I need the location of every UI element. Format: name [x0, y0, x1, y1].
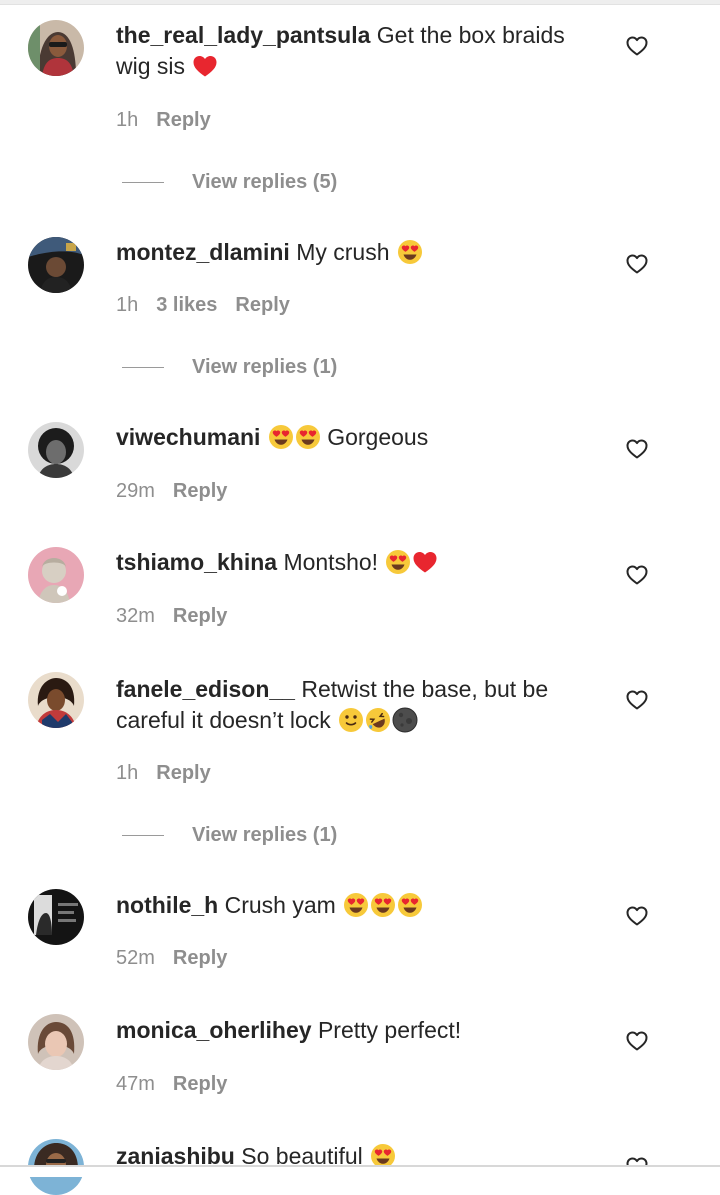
comment-meta: 32m Reply	[116, 604, 245, 628]
replies-divider	[122, 367, 164, 369]
like-heart-icon[interactable]	[626, 690, 648, 710]
timestamp: 1h	[116, 109, 139, 131]
replies-divider	[122, 835, 164, 837]
heart-eyes-icon	[385, 549, 411, 575]
reply-button[interactable]: Reply	[173, 1073, 227, 1095]
reply-button[interactable]: Reply	[156, 109, 210, 131]
timestamp: 29m	[116, 480, 155, 502]
like-heart-icon[interactable]	[626, 36, 648, 56]
comment-body: Pretty perfect!	[317, 1017, 462, 1043]
timestamp: 32m	[116, 605, 155, 627]
username[interactable]: tshiamo_khina	[116, 549, 277, 575]
like-heart-icon[interactable]	[626, 565, 648, 585]
reply-button[interactable]: Reply	[173, 480, 227, 502]
heart-eyes-icon	[397, 892, 423, 918]
timestamp: 47m	[116, 1073, 155, 1095]
comment-meta: 1h Reply	[116, 761, 229, 785]
comment-text: monica_oherlihey Pretty perfect!	[116, 1015, 596, 1046]
avatar[interactable]	[28, 889, 84, 945]
comment-body: Montsho!	[283, 549, 379, 575]
avatar[interactable]	[28, 547, 84, 603]
slightly-smiling-face-icon	[338, 707, 364, 733]
heart-eyes-icon	[268, 424, 294, 450]
comment-text: viwechumani Gorgeous	[116, 422, 596, 453]
view-replies-button[interactable]: View replies (5)	[122, 169, 337, 195]
username[interactable]: nothile_h	[116, 892, 218, 918]
avatar[interactable]	[28, 20, 84, 76]
comment-text: nothile_h Crush yam	[116, 890, 596, 921]
username[interactable]: viwechumani	[116, 424, 260, 450]
avatar[interactable]	[28, 1014, 84, 1070]
view-replies-button[interactable]: View replies (1)	[122, 354, 337, 380]
reply-button[interactable]: Reply	[235, 294, 289, 316]
rolling-laughing-icon	[365, 707, 392, 733]
avatar[interactable]	[28, 672, 84, 728]
comment-body: My crush	[296, 239, 390, 265]
username[interactable]: monica_oherlihey	[116, 1017, 312, 1043]
view-replies-label[interactable]: View replies (1)	[192, 824, 337, 846]
reply-button[interactable]: Reply	[173, 605, 227, 627]
heart-eyes-icon	[397, 239, 423, 265]
heart-eyes-icon	[295, 424, 321, 450]
like-heart-icon[interactable]	[626, 906, 648, 926]
replies-divider	[122, 182, 164, 184]
comment-meta: 47m Reply	[116, 1072, 245, 1096]
like-heart-icon[interactable]	[626, 439, 648, 459]
comment-text: montez_dlamini My crush	[116, 237, 596, 268]
heart-eyes-icon	[343, 892, 369, 918]
heart-eyes-icon	[370, 892, 396, 918]
username[interactable]: the_real_lady_pantsula	[116, 22, 370, 48]
like-heart-icon[interactable]	[626, 1031, 648, 1051]
username[interactable]: montez_dlamini	[116, 239, 290, 265]
likes-count[interactable]: 3 likes	[156, 294, 217, 316]
comment-meta: 1h Reply	[116, 108, 229, 132]
comment-meta: 52m Reply	[116, 946, 245, 970]
reply-button[interactable]: Reply	[156, 762, 210, 784]
bottom-bar	[0, 1167, 720, 1177]
timestamp: 1h	[116, 762, 139, 784]
comment-meta: 1h 3 likes Reply	[116, 293, 308, 317]
comment-text: the_real_lady_pantsula Get the box braid…	[116, 20, 596, 82]
top-divider	[0, 0, 720, 5]
view-replies-button[interactable]: View replies (1)	[122, 822, 337, 848]
comment-text: fanele_edison__ Retwist the base, but be…	[116, 674, 596, 736]
avatar[interactable]	[28, 422, 84, 478]
timestamp: 52m	[116, 947, 155, 969]
reply-button[interactable]: Reply	[173, 947, 227, 969]
red-heart-icon	[192, 53, 218, 79]
red-heart-icon	[412, 549, 438, 575]
comment-body: Gorgeous	[327, 424, 429, 450]
view-replies-label[interactable]: View replies (1)	[192, 356, 337, 378]
comment-text: tshiamo_khina Montsho!	[116, 547, 596, 578]
comment-meta: 29m Reply	[116, 479, 245, 503]
username[interactable]: fanele_edison__	[116, 676, 295, 702]
new-moon-face-icon	[392, 707, 418, 733]
timestamp: 1h	[116, 294, 139, 316]
like-heart-icon[interactable]	[626, 254, 648, 274]
avatar[interactable]	[28, 237, 84, 293]
view-replies-label[interactable]: View replies (5)	[192, 171, 337, 193]
comment-body: Crush yam	[224, 892, 336, 918]
